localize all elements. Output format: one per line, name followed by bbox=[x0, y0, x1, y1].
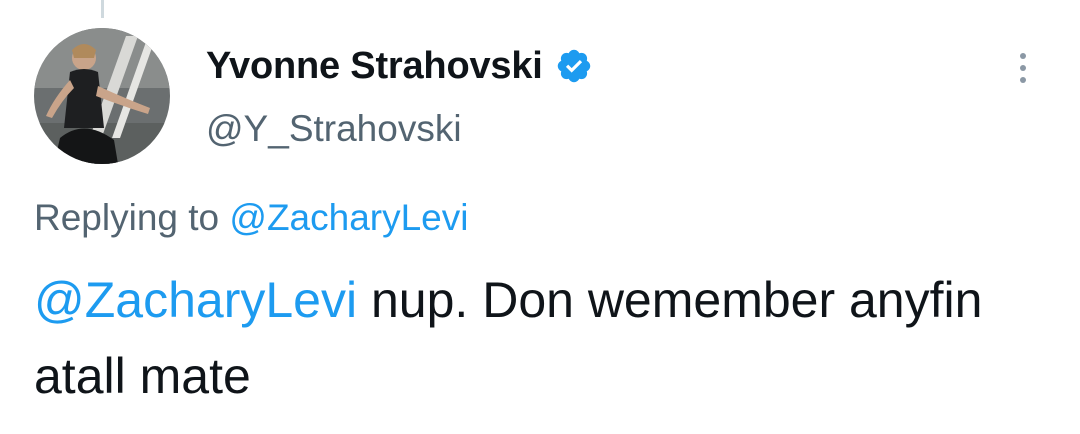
verified-badge-icon bbox=[555, 47, 593, 85]
author-display-name[interactable]: Yvonne Strahovski bbox=[206, 45, 543, 88]
replying-to-prefix: Replying to bbox=[34, 197, 220, 238]
replying-to-line: Replying to @ZacharyLevi bbox=[34, 197, 468, 239]
author-handle[interactable]: @Y_Strahovski bbox=[206, 108, 462, 150]
thread-connector-line bbox=[101, 0, 104, 18]
tweet-mention-link[interactable]: @ZacharyLevi bbox=[34, 272, 357, 328]
tweet-body: @ZacharyLevi nup. Don wemember anyfin at… bbox=[34, 262, 1044, 414]
avatar[interactable] bbox=[34, 28, 170, 164]
replying-to-mention-link[interactable]: @ZacharyLevi bbox=[229, 197, 468, 238]
profile-photo-icon bbox=[34, 28, 170, 164]
author-name-row: Yvonne Strahovski bbox=[206, 40, 593, 92]
more-options-icon[interactable] bbox=[1014, 48, 1032, 88]
